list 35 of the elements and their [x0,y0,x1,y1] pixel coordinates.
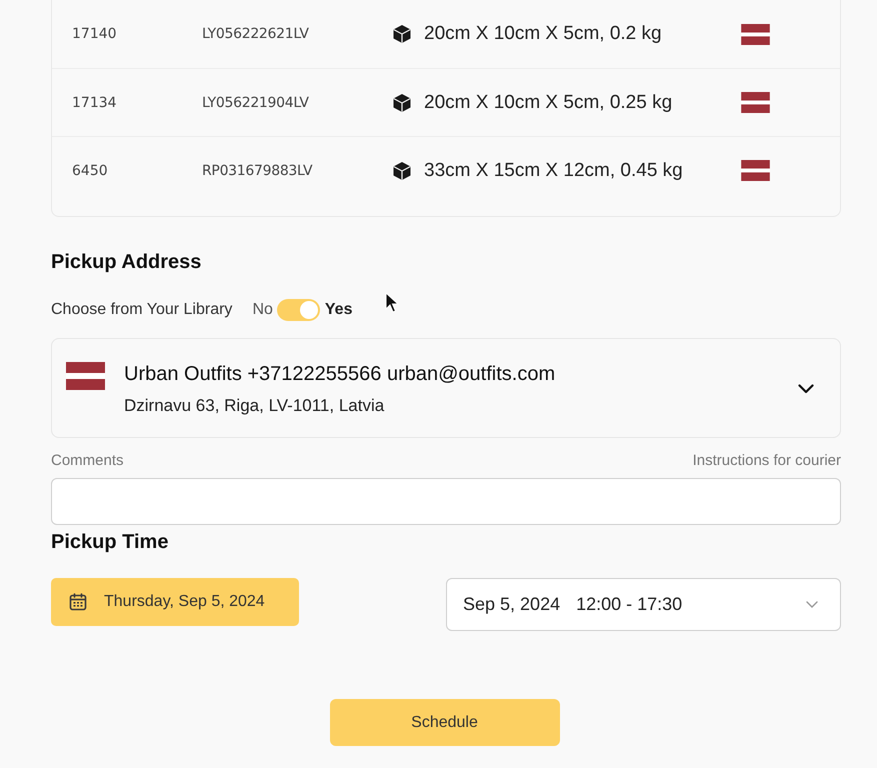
comments-hint: Instructions for courier [692,452,841,470]
flag-icon [741,160,770,181]
comments-label: Comments [51,452,124,470]
package-dimensions: 33cm X 15cm X 12cm, 0.45 kg [424,160,684,182]
chevron-down-icon [798,384,814,394]
tracking-number: LY056222621LV [202,26,310,42]
calendar-icon [69,593,87,611]
section-heading: Pickup Time [51,530,170,554]
shipment-number: 17134 [72,94,118,110]
address-select[interactable]: Urban Outfits +37122255566 urban@outfits.com Dzirnavu 63, Riga, LV-1011, Latvia [51,338,841,438]
toggle-on-label: Yes [324,301,352,319]
toggle-off-label: No [252,301,273,319]
date-picker-button[interactable]: Thursday, Sep 5, 2024 [51,578,299,626]
library-toggle[interactable] [276,299,320,321]
flag-icon [741,92,770,113]
package-icon [392,24,412,44]
flag-icon [741,24,770,44]
time-slot-select[interactable]: Sep 5, 2024 12:00 - 17:30 [446,578,841,631]
flag-icon [66,362,105,390]
package-dimensions: 20cm X 10cm X 5cm, 0.25 kg [424,92,674,114]
contact-line: Urban Outfits +37122255566 urban@outfits.com [124,362,556,386]
package-icon [392,92,412,112]
toggle-label: Choose from Your Library [51,301,232,319]
shipment-number: 6450 [72,162,109,178]
comments-field[interactable] [51,478,841,525]
package-dimensions: 20cm X 10cm X 5cm, 0.2 kg [424,23,663,45]
section-heading: Pickup Address [51,250,202,274]
tracking-number: LY056221904LV [202,94,310,110]
mouse-pointer-icon [385,292,399,314]
chevron-down-icon [806,601,818,608]
schedule-button[interactable]: Schedule [330,699,560,746]
tracking-number: RP031679883LV [202,162,314,178]
shipment-number: 17140 [72,26,118,42]
address-line: Dzirnavu 63, Riga, LV-1011, Latvia [124,395,386,417]
package-icon [392,160,412,180]
